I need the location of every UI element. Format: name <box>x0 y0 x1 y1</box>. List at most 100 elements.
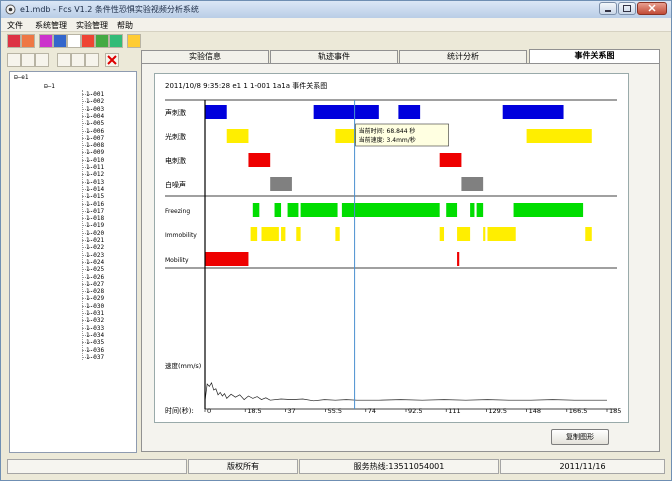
tree-item-node[interactable]: 1-027 <box>86 281 104 288</box>
tree-item-node[interactable]: 1-033 <box>86 325 104 332</box>
tree-item-node[interactable]: 1-008 <box>86 142 104 149</box>
tree-item-node[interactable]: 1-034 <box>86 332 104 339</box>
tree-item-node[interactable]: 1-021 <box>86 237 104 244</box>
remove-subject-icon[interactable] <box>85 53 99 67</box>
open-db-icon[interactable] <box>7 34 21 48</box>
behavior-bar <box>296 227 301 241</box>
tree-item-node[interactable]: 1-020 <box>86 230 104 237</box>
behavior-bar <box>487 227 516 241</box>
tree-item-node[interactable]: 1-018 <box>86 215 104 222</box>
tab-event-relation[interactable]: 事件关系图 <box>529 49 660 64</box>
tree-item-node[interactable]: 1-013 <box>86 179 104 186</box>
tree-item-node[interactable]: 1-004 <box>86 113 104 120</box>
menu-file[interactable]: 文件 <box>7 20 23 31</box>
tree-item-node[interactable]: 1-029 <box>86 295 104 302</box>
tree-group-node[interactable]: ⊟—1 <box>44 83 55 90</box>
copy-chart-button[interactable]: 复制图形 <box>551 429 609 445</box>
tree-item-node[interactable]: 1-011 <box>86 164 104 171</box>
tree-item-node[interactable]: 1-005 <box>86 120 104 127</box>
add-icon[interactable] <box>7 53 21 67</box>
tree-item-node[interactable]: 1-015 <box>86 193 104 200</box>
clock-icon[interactable] <box>67 34 81 48</box>
tree-item-node[interactable]: 1-012 <box>86 171 104 178</box>
event-bar <box>313 105 379 119</box>
title-bar[interactable]: e1.mdb - Fcs V1.2 条件性恐惧实验视频分析系统 <box>1 1 671 18</box>
tree-item-node[interactable]: 1-022 <box>86 244 104 251</box>
chart-header: 2011/10/8 9:35:28 e1 1 1-001 1a1a 事件关系图 <box>165 81 327 90</box>
app-icon <box>5 4 16 15</box>
tree-item-node[interactable]: 1-017 <box>86 208 104 215</box>
menu-help[interactable]: 帮助 <box>117 20 133 31</box>
video-icon[interactable] <box>53 34 67 48</box>
tree-item-node[interactable]: 1-019 <box>86 222 104 229</box>
tab-statistics[interactable]: 统计分析 <box>399 50 527 63</box>
menu-experiment[interactable]: 实验管理 <box>76 20 108 31</box>
tree-item-node[interactable]: 1-030 <box>86 303 104 310</box>
tab-bar: 实验信息 轨迹事件 统计分析 事件关系图 <box>141 49 661 64</box>
time-tick-label: 166.5 <box>569 407 588 415</box>
tab-track-events[interactable]: 轨迹事件 <box>270 50 398 63</box>
menu-system[interactable]: 系统管理 <box>35 20 67 31</box>
event-row-label: 声刺激 <box>165 108 186 117</box>
tab-experiment-info[interactable]: 实验信息 <box>141 50 269 63</box>
help-icon[interactable] <box>127 34 141 48</box>
tree-item-node[interactable]: 1-036 <box>86 347 104 354</box>
tree-item-node[interactable]: 1-016 <box>86 201 104 208</box>
remove-icon[interactable] <box>35 53 49 67</box>
tree-item-node[interactable]: 1-035 <box>86 339 104 346</box>
behavior-bar <box>341 203 440 217</box>
tree-item-node[interactable]: 1-032 <box>86 317 104 324</box>
behavior-bar <box>274 203 282 217</box>
behavior-bar <box>250 227 258 241</box>
maximize-icon <box>623 5 631 12</box>
close-button[interactable] <box>637 2 667 15</box>
tree-item-node[interactable]: 1-028 <box>86 288 104 295</box>
event-relation-chart[interactable]: 2011/10/8 9:35:28 e1 1 1-001 1a1a 事件关系图声… <box>154 73 629 423</box>
window-title: e1.mdb - Fcs V1.2 条件性恐惧实验视频分析系统 <box>20 5 199 14</box>
time-tick-label: 55.5 <box>328 407 342 415</box>
tree-item-node[interactable]: 1-024 <box>86 259 104 266</box>
event-bar <box>461 177 484 191</box>
behavior-bar <box>513 203 584 217</box>
event-bar <box>502 105 564 119</box>
edit-icon[interactable] <box>21 53 35 67</box>
tree-item-node[interactable]: 1-001 <box>86 91 104 98</box>
time-tick-label: 0 <box>207 407 211 415</box>
event-bar <box>439 153 462 167</box>
tree-item-node[interactable]: 1-010 <box>86 157 104 164</box>
minimize-button[interactable] <box>599 2 617 15</box>
tree-item-node[interactable]: 1-026 <box>86 274 104 281</box>
time-tick-label: 185 <box>609 407 621 415</box>
tree-item-node[interactable]: 1-003 <box>86 106 104 113</box>
close-db-icon[interactable] <box>21 34 35 48</box>
tooltip-time: 当前时间: 68.844 秒 <box>359 127 416 135</box>
experiment-tree[interactable]: ⊟—e1 ⊟—1 1-001 1-002 1-003 1-004 1-005 1-006 1-0… <box>9 71 137 453</box>
tree-item-node[interactable]: 1-002 <box>86 98 104 105</box>
tree-item-node[interactable]: 1-009 <box>86 149 104 156</box>
analysis-icon[interactable] <box>81 34 95 48</box>
add-subject-icon[interactable] <box>57 53 71 67</box>
tree-item-node[interactable]: 1-031 <box>86 310 104 317</box>
behavior-bar <box>446 203 458 217</box>
tree-item-node[interactable]: 1-037 <box>86 354 104 361</box>
time-tick-label: 37 <box>287 407 295 415</box>
event-bar <box>226 129 249 143</box>
behavior-bar <box>335 227 340 241</box>
tree-item-node[interactable]: 1-014 <box>86 186 104 193</box>
tree-item-node[interactable]: 1-023 <box>86 252 104 259</box>
behavior-row-label: Mobility <box>165 257 189 264</box>
experiment-icon[interactable] <box>39 34 53 48</box>
report-icon[interactable] <box>95 34 109 48</box>
maximize-button[interactable] <box>618 2 636 15</box>
time-tick-label: 18.5 <box>247 407 261 415</box>
time-tick-label: 111 <box>448 407 460 415</box>
red-cross-icon <box>107 55 117 65</box>
delete-icon[interactable] <box>105 53 119 67</box>
tree-root-node[interactable]: ⊟—e1 <box>14 74 28 81</box>
edit-subject-icon[interactable] <box>71 53 85 67</box>
chart-icon[interactable] <box>109 34 123 48</box>
tree-item-node[interactable]: 1-006 <box>86 128 104 135</box>
tree-item-node[interactable]: 1-007 <box>86 135 104 142</box>
tree-item-node[interactable]: 1-025 <box>86 266 104 273</box>
event-bar <box>270 177 292 191</box>
